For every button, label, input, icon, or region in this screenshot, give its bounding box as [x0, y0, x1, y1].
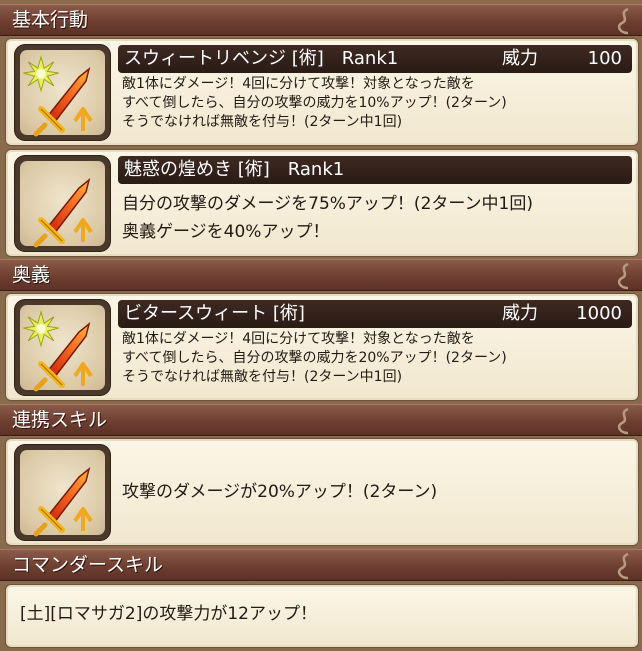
description-line: 奥義ゲージを40%アップ！: [122, 222, 330, 242]
description-line: 攻撃のダメージが20%アップ！(2ターン): [122, 482, 438, 502]
skill-name: スウィートリベンジ [術] Rank1: [124, 48, 399, 69]
power-label: 威力: [502, 303, 538, 324]
section-header-basic: 基本行動: [0, 4, 642, 36]
description-line: 自分の攻撃のダメージを75%アップ！(2ターン中1回): [122, 194, 533, 214]
description-line: すべて倒したら、自分の攻撃の威力を10%アップ！(2ターン): [122, 95, 507, 111]
skill-description: 敵1体にダメージ！4回に分けて攻撃！対象となった敵を すべて倒したら、自分の攻撃…: [122, 75, 507, 132]
flourish-icon: [617, 552, 629, 580]
section-header-ougi: 奥義: [0, 259, 642, 291]
section-title: 基本行動: [12, 9, 89, 31]
commander-skill-text: [土][ロマサガ2]の攻撃力が12アップ！: [20, 604, 317, 624]
section-header-renkei: 連携スキル: [0, 404, 642, 436]
skill-card-renkei[interactable]: 攻撃のダメージが20%アップ！(2ターン): [5, 438, 639, 546]
power-value: 100: [587, 48, 622, 69]
skill-name-bar: 魅惑の煌めき [術] Rank1: [118, 156, 632, 184]
skill-name-bar: スウィートリベンジ [術] Rank1 威力 100: [118, 45, 632, 73]
section-title: 奥義: [12, 264, 51, 286]
skill-icon-frame: [15, 156, 110, 251]
flourish-icon: [617, 7, 629, 35]
skill-description: 敵1体にダメージ！4回に分けて攻撃！対象となった敵を すべて倒したら、自分の攻撃…: [122, 330, 507, 387]
description-line: 敵1体にダメージ！4回に分けて攻撃！対象となった敵を: [122, 331, 475, 347]
section-title: コマンダースキル: [12, 554, 164, 576]
flourish-icon: [617, 407, 629, 435]
skill-card-sweet-revenge[interactable]: スウィートリベンジ [術] Rank1 威力 100 敵1体にダメージ！4回に分…: [5, 38, 639, 146]
flourish-icon: [617, 262, 629, 290]
skill-name-bar: ビタースウィート [術] 威力 1000: [118, 300, 632, 328]
power-value: 1000: [576, 303, 622, 324]
skill-name: ビタースウィート [術]: [124, 303, 305, 324]
skill-card-miwaku[interactable]: 魅惑の煌めき [術] Rank1 自分の攻撃のダメージを75%アップ！(2ターン…: [5, 149, 639, 257]
skill-description: 攻撃のダメージが20%アップ！(2ターン): [122, 481, 437, 503]
commander-skill-card[interactable]: [土][ロマサガ2]の攻撃力が12アップ！: [5, 584, 639, 648]
description-line: すべて倒したら、自分の攻撃の威力を20%アップ！(2ターン): [122, 350, 507, 366]
description-line: そうでなければ無敵を付与！(2ターン中1回): [122, 369, 403, 385]
skill-icon-frame: [15, 445, 110, 540]
sword-burst-icon: [22, 311, 110, 395]
section-header-commander: コマンダースキル: [0, 549, 642, 581]
skill-description: 自分の攻撃のダメージを75%アップ！(2ターン中1回) 奥義ゲージを40%アップ…: [122, 190, 533, 246]
skill-icon-frame: [15, 300, 110, 395]
description-line: 敵1体にダメージ！4回に分けて攻撃！対象となった敵を: [122, 76, 475, 92]
sword-burst-icon: [22, 56, 110, 140]
description-line: そうでなければ無敵を付与！(2ターン中1回): [122, 114, 403, 130]
section-title: 連携スキル: [12, 409, 108, 431]
skill-card-bitter-sweet[interactable]: ビタースウィート [術] 威力 1000 敵1体にダメージ！4回に分けて攻撃！対…: [5, 293, 639, 401]
skill-icon-frame: [15, 45, 110, 140]
skill-name: 魅惑の煌めき [術] Rank1: [124, 159, 345, 180]
sword-icon: [15, 156, 110, 251]
sword-icon: [15, 445, 110, 540]
power-label: 威力: [502, 48, 538, 69]
